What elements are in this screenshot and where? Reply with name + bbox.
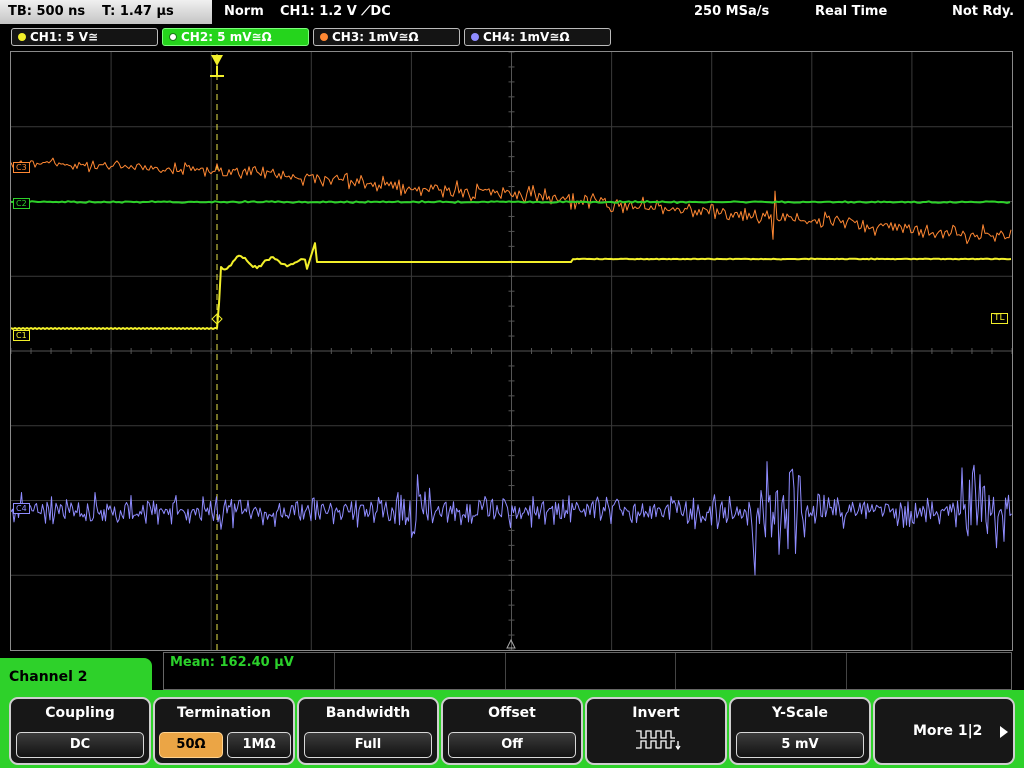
measurement-cell-5[interactable]: [846, 653, 1011, 689]
graticule: [11, 52, 1012, 650]
trigger-level-marker[interactable]: TL: [991, 313, 1008, 324]
coupling-value-button[interactable]: DC: [16, 732, 144, 758]
coupling-title: Coupling: [45, 705, 115, 721]
channel-dot-icon: [471, 33, 479, 41]
ch2-ground-marker[interactable]: C2: [13, 198, 30, 209]
ch4-ground-marker[interactable]: C4: [13, 503, 30, 514]
termination-title: Termination: [177, 705, 271, 721]
timebase-box[interactable]: TB: 500 ns T: 1.47 µs: [0, 0, 212, 24]
tab-ch3[interactable]: CH3: 1mV≅Ω: [313, 28, 460, 46]
measurement-cell-3[interactable]: [505, 653, 676, 689]
measurement-cell-1[interactable]: Mean: 162.40 µV: [164, 653, 335, 689]
measurement-cell-2[interactable]: [334, 653, 506, 689]
coupling-softkey[interactable]: Coupling DC: [9, 697, 151, 765]
run-state: Not Rdy.: [952, 4, 1015, 19]
offset-title: Offset: [488, 705, 536, 721]
trigger-source: CH1: 1.2 V ⟋DC: [280, 4, 391, 19]
next-page-arrow-icon: [1000, 726, 1008, 738]
tab-ch1[interactable]: CH1: 5 V≅: [11, 28, 158, 46]
tab-ch3-label: CH3: 1mV≅Ω: [332, 30, 419, 44]
bandwidth-title: Bandwidth: [325, 705, 411, 721]
acquisition-mode: Real Time: [815, 4, 888, 19]
channel-dot-icon: [320, 33, 328, 41]
measurement-bar: Mean: 162.40 µV: [163, 652, 1012, 690]
trigger-marker-icon[interactable]: [211, 55, 223, 66]
menu-title: Channel 2: [9, 669, 88, 685]
trigger-mode: Norm: [224, 4, 264, 19]
channel-dot-icon: [18, 33, 26, 41]
invert-waveform-icon: [636, 730, 681, 751]
mean-measurement: Mean: 162.40 µV: [170, 655, 294, 670]
termination-softkey[interactable]: Termination 50Ω 1MΩ: [153, 697, 295, 765]
timebase-readout: TB: 500 ns: [8, 4, 86, 19]
trigger-position-readout: T: 1.47 µs: [102, 4, 174, 19]
termination-1mohm-button[interactable]: 1MΩ: [227, 732, 291, 758]
tab-ch2[interactable]: CH2: 5 mV≅Ω: [162, 28, 309, 46]
measurement-cell-4[interactable]: [675, 653, 847, 689]
tab-ch4-label: CH4: 1mV≅Ω: [483, 30, 570, 44]
bandwidth-value-button[interactable]: Full: [304, 732, 432, 758]
yscale-title: Y-Scale: [771, 705, 828, 721]
sample-rate: 250 MSa/s: [694, 4, 770, 19]
channel-dot-icon: [169, 33, 177, 41]
ch1-ground-marker[interactable]: C1: [13, 330, 30, 341]
waveform-canvas: [11, 52, 1012, 650]
bandwidth-softkey[interactable]: Bandwidth Full: [297, 697, 439, 765]
ch2-trace: [11, 200, 1011, 204]
ch3-ground-marker[interactable]: C3: [13, 162, 30, 173]
invert-softkey[interactable]: Invert: [585, 697, 727, 765]
tab-ch4[interactable]: CH4: 1mV≅Ω: [464, 28, 611, 46]
termination-50ohm-button[interactable]: 50Ω: [159, 732, 223, 758]
status-bar: TB: 500 ns T: 1.47 µs Norm CH1: 1.2 V ⟋D…: [0, 0, 1024, 25]
offset-softkey[interactable]: Offset Off: [441, 697, 583, 765]
waveform-display[interactable]: C3 C2 C1 C4 TL: [10, 51, 1013, 651]
yscale-value-button[interactable]: 5 mV: [736, 732, 864, 758]
invert-title: Invert: [632, 705, 680, 721]
more-label: More 1|2: [913, 723, 983, 739]
offset-value-button[interactable]: Off: [448, 732, 576, 758]
yscale-softkey[interactable]: Y-Scale 5 mV: [729, 697, 871, 765]
tab-ch2-label: CH2: 5 mV≅Ω: [181, 30, 272, 44]
more-softkey[interactable]: More 1|2: [873, 697, 1015, 765]
tab-ch1-label: CH1: 5 V≅: [30, 30, 99, 44]
